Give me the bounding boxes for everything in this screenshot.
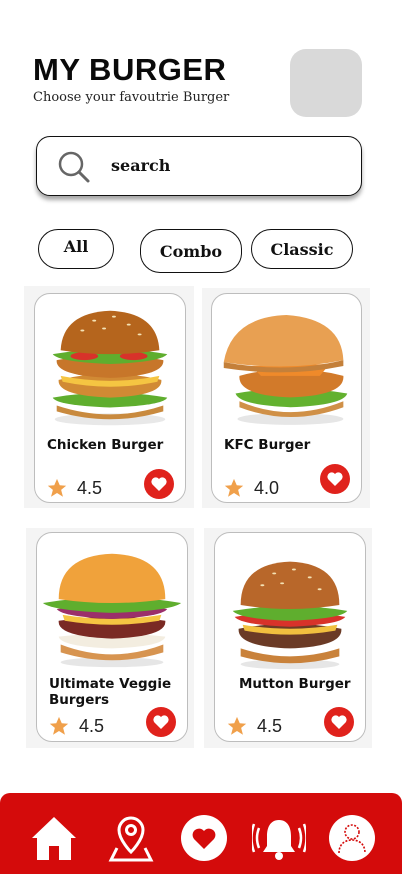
star-icon xyxy=(49,716,69,735)
profile-icon-circle xyxy=(329,815,375,861)
heart-icon-circle xyxy=(181,815,227,861)
page-subtitle: Choose your favoutrie Burger xyxy=(33,90,230,105)
filter-chip-all[interactable]: All xyxy=(38,229,114,269)
star-icon xyxy=(227,716,247,735)
product-name: Chicken Burger xyxy=(47,437,164,453)
home-icon xyxy=(32,817,76,860)
heart-icon xyxy=(151,477,167,491)
profile-image-placeholder[interactable] xyxy=(290,49,362,117)
map-pin-icon xyxy=(108,816,154,862)
favorite-button[interactable] xyxy=(320,464,350,494)
favorite-button[interactable] xyxy=(144,469,174,499)
product-card-kfc-burger[interactable]: KFC Burger 4.0 xyxy=(211,293,362,503)
filter-chip-classic[interactable]: Classic xyxy=(251,229,353,269)
product-name: Ultimate Veggie Burgers xyxy=(49,676,172,708)
favorite-button[interactable] xyxy=(324,707,354,737)
heart-icon xyxy=(192,828,216,849)
product-name: Mutton Burger xyxy=(239,676,351,692)
product-rating: 4.5 xyxy=(77,478,103,498)
page-title: MY BURGER xyxy=(33,52,227,87)
nav-profile[interactable] xyxy=(325,811,379,865)
chicken-burger-image xyxy=(52,310,168,426)
profile-icon xyxy=(338,824,366,854)
filter-chip-combo[interactable]: Combo xyxy=(140,229,242,273)
product-card-chicken-burger[interactable]: Chicken Burger 4.5 xyxy=(34,293,186,503)
veggie-burger-image xyxy=(42,553,182,668)
nav-notifications[interactable] xyxy=(252,811,306,865)
mutton-burger-image xyxy=(232,561,348,670)
product-rating: 4.0 xyxy=(254,478,280,498)
search-input[interactable]: search xyxy=(36,136,362,196)
star-icon xyxy=(224,478,244,497)
nav-location[interactable] xyxy=(104,811,158,865)
star-icon xyxy=(47,478,67,497)
heart-icon xyxy=(327,472,343,486)
kfc-burger-image xyxy=(223,315,348,425)
search-icon xyxy=(58,151,90,183)
product-name: KFC Burger xyxy=(224,437,311,453)
product-rating: 4.5 xyxy=(257,716,283,736)
heart-icon xyxy=(153,715,169,729)
bell-icon xyxy=(252,820,306,860)
favorite-button[interactable] xyxy=(146,707,176,737)
nav-home[interactable] xyxy=(27,811,81,865)
product-card-veggie-burger[interactable]: Ultimate Veggie Burgers 4.5 xyxy=(36,532,188,742)
bottom-nav-bar xyxy=(0,793,402,874)
product-rating: 4.5 xyxy=(79,716,105,736)
product-card-mutton-burger[interactable]: Mutton Burger 4.5 xyxy=(214,532,366,742)
heart-icon xyxy=(331,715,347,729)
search-placeholder: search xyxy=(111,156,171,175)
nav-favorites[interactable] xyxy=(177,811,231,865)
